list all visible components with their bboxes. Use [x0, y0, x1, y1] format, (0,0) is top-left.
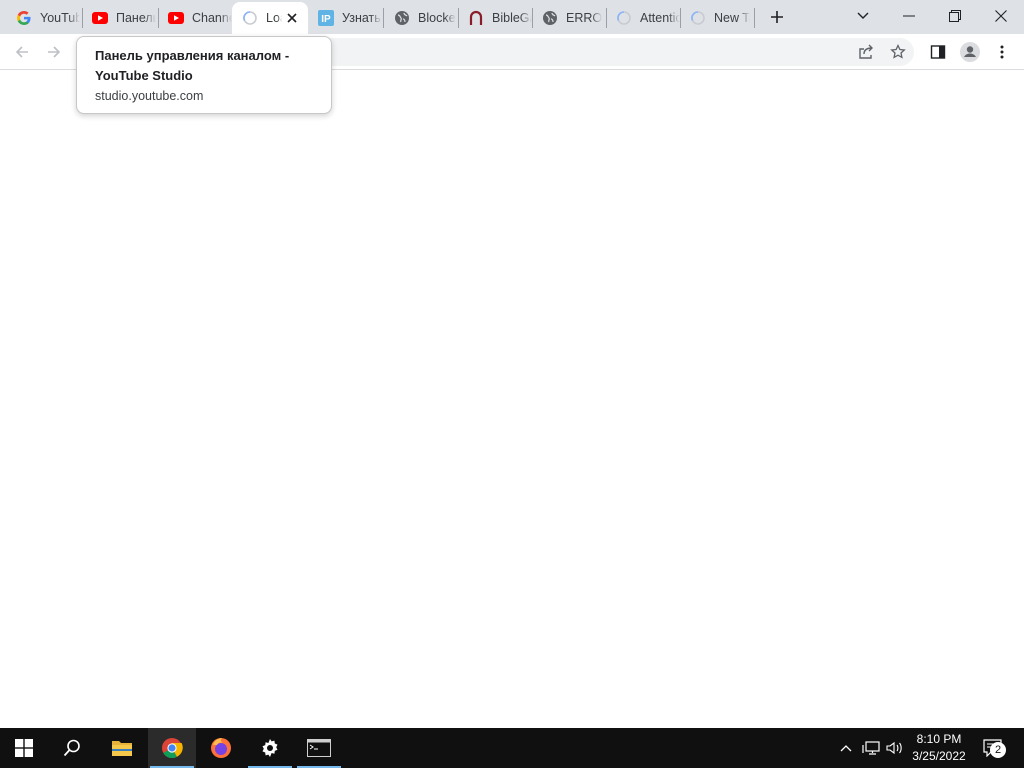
tab-title: Панель управления каналом [116, 11, 156, 25]
biblegateway-icon [468, 10, 484, 26]
tab-title: Blocked [418, 11, 456, 25]
tab-error[interactable]: ERROR [532, 2, 606, 34]
ip-icon: IP [318, 10, 334, 26]
close-tab-icon[interactable] [284, 10, 300, 26]
tab-channel[interactable]: Channel [158, 2, 232, 34]
tab-title: Loading [266, 11, 282, 25]
tab-title: Channel [192, 11, 232, 25]
google-icon [16, 10, 32, 26]
search-button[interactable] [48, 728, 96, 768]
tab-blocked[interactable]: Blocked [384, 2, 458, 34]
terminal-icon [307, 739, 331, 757]
close-window-button[interactable] [986, 4, 1016, 28]
youtube-icon [92, 10, 108, 26]
clock-date: 3/25/2022 [912, 749, 966, 763]
tab-title: New Tab [714, 11, 750, 25]
windows-taskbar: 8:10 PM 3/25/2022 2 [0, 728, 1024, 768]
tab-title: BibleGateway [492, 11, 532, 25]
more-vert-icon [1000, 45, 1004, 59]
minimize-icon [903, 15, 915, 17]
loading-spinner-icon [242, 10, 258, 26]
share-button[interactable] [854, 40, 878, 64]
tab-search-button[interactable] [848, 4, 878, 28]
menu-button[interactable] [990, 40, 1014, 64]
file-explorer-icon [112, 741, 132, 756]
tab-ip[interactable]: IP Узнать IP [308, 2, 384, 34]
chevron-down-icon [857, 12, 869, 19]
terminal-taskbar-button[interactable] [295, 728, 343, 768]
settings-icon [262, 739, 278, 757]
profile-icon [960, 42, 980, 62]
chrome-taskbar-button[interactable] [148, 728, 196, 768]
settings-taskbar-button[interactable] [246, 728, 294, 768]
youtube-icon [168, 10, 184, 26]
globe-icon [542, 10, 558, 26]
tab-title: Attention [640, 11, 680, 25]
clock-time: 8:10 PM [916, 732, 962, 746]
taskbar-clock[interactable]: 8:10 PM 3/25/2022 [908, 728, 970, 768]
tab-separator [754, 8, 755, 28]
plus-icon [771, 11, 783, 23]
tab-strip: YouTube Панель управления каналом Channe… [0, 0, 1024, 34]
notification-count-badge: 2 [990, 742, 1006, 758]
file-explorer-button[interactable] [98, 728, 146, 768]
side-panel-icon [930, 45, 946, 59]
screen: YouTube Панель управления каналом Channe… [0, 0, 1024, 768]
close-icon [995, 10, 1007, 22]
new-tab-button[interactable] [766, 6, 788, 28]
firefox-taskbar-button[interactable] [197, 728, 245, 768]
chevron-up-icon [840, 745, 852, 752]
hover-card-url: studio.youtube.com [95, 89, 204, 103]
restore-icon [949, 10, 961, 22]
loading-spinner-icon [616, 10, 632, 26]
chrome-icon [162, 738, 183, 759]
arrow-left-icon [15, 46, 28, 58]
search-icon [63, 739, 80, 757]
arrow-right-icon [48, 46, 61, 58]
tab-loading-active[interactable]: Loading [232, 2, 308, 34]
tab-youtube[interactable]: YouTube [6, 2, 80, 34]
svg-text:IP: IP [321, 14, 331, 25]
network-button[interactable] [860, 728, 882, 768]
tab-new-tab[interactable]: New Tab [680, 2, 754, 34]
bookmark-button[interactable] [886, 40, 910, 64]
start-button[interactable] [0, 728, 48, 768]
globe-icon [394, 10, 410, 26]
back-button[interactable] [10, 40, 34, 64]
tab-channel-dashboard[interactable]: Панель управления каналом [82, 2, 158, 34]
share-icon [859, 44, 873, 59]
tab-hover-card: Панель управления каналом - YouTube Stud… [76, 36, 332, 114]
tab-biblegateway[interactable]: BibleGateway [458, 2, 532, 34]
start-icon [15, 739, 33, 757]
network-icon [862, 741, 880, 755]
side-panel-button[interactable] [926, 40, 950, 64]
volume-button[interactable] [884, 728, 906, 768]
restore-button[interactable] [940, 4, 970, 28]
hover-card-title: Панель управления каналом - YouTube Stud… [95, 48, 290, 83]
star-icon [890, 44, 906, 59]
firefox-icon [211, 738, 231, 758]
minimize-button[interactable] [894, 4, 924, 28]
tray-overflow-button[interactable] [836, 728, 856, 768]
profile-button[interactable] [958, 40, 982, 64]
tab-title: ERROR [566, 11, 602, 25]
tab-title: Узнать IP [342, 11, 382, 25]
tab-title: YouTube [40, 11, 80, 25]
tab-attention[interactable]: Attention [606, 2, 680, 34]
volume-icon [886, 741, 902, 755]
forward-button[interactable] [42, 40, 66, 64]
loading-spinner-icon [690, 10, 706, 26]
